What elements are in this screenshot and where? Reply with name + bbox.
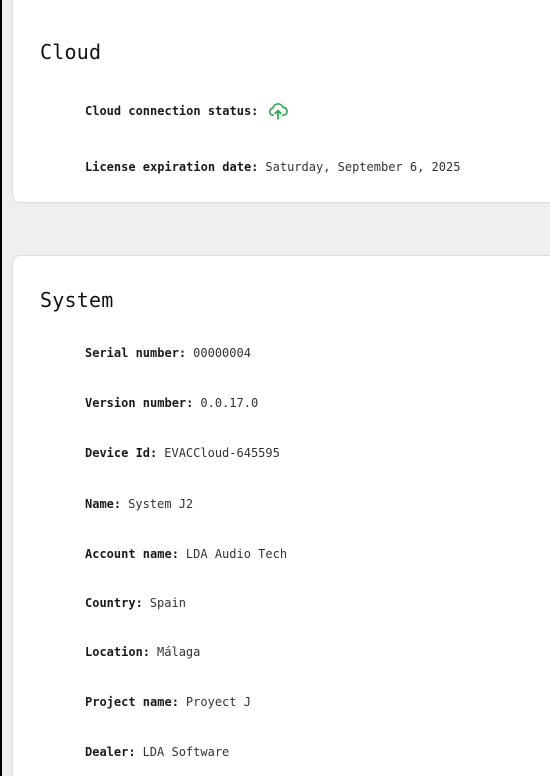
field-label: Project name: — [85, 695, 179, 709]
field-value: System J2 — [128, 497, 194, 511]
location-row: Location: Málaga — [85, 645, 200, 659]
field-value: 00000004 — [193, 346, 251, 360]
dealer-row: Dealer: LDA Software — [85, 745, 229, 759]
country-row: Country: Spain — [85, 596, 186, 610]
serial-number-row: Serial number: 00000004 — [85, 346, 251, 360]
field-value: LDA Software — [142, 745, 230, 759]
field-value: Málaga — [157, 645, 201, 659]
page-frame: Cloud Cloud connection status: License e… — [0, 0, 550, 776]
license-row: License expiration date: Saturday, Septe… — [85, 160, 460, 174]
cloud-upload-icon — [268, 102, 289, 120]
field-label: Country: — [85, 596, 143, 610]
license-value: Saturday, September 6, 2025 — [265, 160, 461, 174]
field-value: EVACCloud-645595 — [164, 446, 280, 460]
cloud-title: Cloud — [40, 40, 102, 64]
cloud-status-label: Cloud connection status: — [85, 104, 259, 118]
field-value: Proyect J — [185, 695, 251, 709]
field-value: 0.0.17.0 — [200, 396, 259, 410]
field-label: Dealer: — [85, 745, 136, 759]
license-label: License expiration date: — [85, 160, 259, 174]
field-label: Name: — [85, 497, 122, 511]
field-label: Version number: — [85, 396, 194, 410]
system-card: System Serial number: 00000004 Version n… — [12, 255, 550, 776]
field-label: Serial number: — [85, 346, 187, 360]
system-title: System — [40, 288, 114, 312]
project-name-row: Project name: Proyect J — [85, 695, 251, 709]
field-label: Account name: — [85, 547, 179, 561]
cloud-status-row: Cloud connection status: — [85, 102, 289, 120]
field-value: Spain — [149, 596, 186, 610]
field-value: LDA Audio Tech — [185, 547, 288, 561]
name-row: Name: System J2 — [85, 497, 193, 511]
field-label: Device Id: — [85, 446, 158, 460]
account-name-row: Account name: LDA Audio Tech — [85, 547, 287, 561]
version-number-row: Version number: 0.0.17.0 — [85, 396, 258, 410]
cloud-card: Cloud Cloud connection status: License e… — [12, 0, 550, 203]
field-label: Location: — [85, 645, 151, 659]
device-id-row: Device Id: EVACCloud-645595 — [85, 446, 280, 460]
